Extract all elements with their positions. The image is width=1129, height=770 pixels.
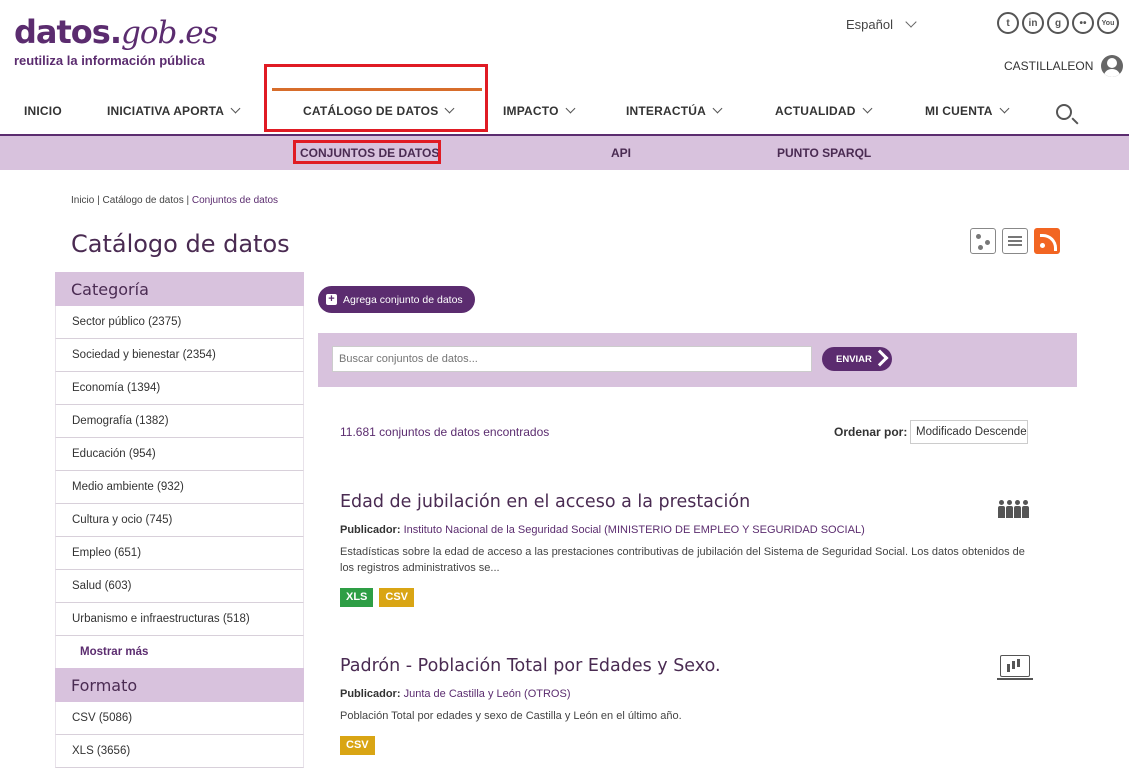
publisher-name[interactable]: Instituto Nacional de la Seguridad Socia…: [404, 524, 865, 536]
dataset-title[interactable]: Padrón - Población Total por Edades y Se…: [340, 656, 1040, 676]
sub-navigation: CONJUNTOS DE DATOS API PUNTO SPARQL: [0, 136, 1129, 170]
category-heading: Categoría: [55, 272, 304, 306]
list-view-icon[interactable]: [1002, 228, 1028, 254]
sort-label: Ordenar por:: [834, 425, 908, 439]
nav-label: INICIATIVA APORTA: [107, 104, 225, 118]
category-filter[interactable]: Economía (1394): [55, 372, 304, 405]
nav-item-iniciativa-aporta[interactable]: INICIATIVA APORTA: [107, 103, 241, 118]
filters-sidebar: Categoría Sector público (2375) Sociedad…: [55, 272, 304, 768]
chevron-down-icon: [862, 103, 873, 114]
nav-label: MI CUENTA: [925, 104, 993, 118]
graph-view-icon[interactable]: [970, 228, 996, 254]
main-navigation: INICIO INICIATIVA APORTA CATÁLOGO DE DAT…: [0, 98, 1129, 136]
send-search-button[interactable]: ENVIAR: [822, 347, 892, 371]
highlight-box-catalogo: [264, 64, 488, 132]
format-filter[interactable]: CSV (5086): [55, 702, 304, 735]
nav-label: INTERACTÚA: [626, 104, 706, 118]
category-filter[interactable]: Educación (954): [55, 438, 304, 471]
add-dataset-label: Agrega conjunto de datos: [343, 293, 463, 306]
category-filter[interactable]: Medio ambiente (932): [55, 471, 304, 504]
user-avatar-icon: [1101, 55, 1124, 77]
account-link[interactable]: CASTILLALEON: [1004, 55, 1124, 77]
dataset-item: Edad de jubilación en el acceso a la pre…: [340, 492, 1040, 607]
nav-label: ACTUALIDAD: [775, 104, 856, 118]
rss-feed-icon[interactable]: [1034, 228, 1060, 254]
site-logo[interactable]: datos.gob.es reutiliza la información pú…: [14, 13, 218, 68]
format-filter[interactable]: XLS (3656): [55, 735, 304, 768]
show-more-categories-link[interactable]: Mostrar más: [55, 636, 304, 668]
social-links: t in g •• You: [997, 12, 1119, 34]
subnav-item-punto-sparql[interactable]: PUNTO SPARQL: [777, 146, 871, 160]
youtube-icon[interactable]: You: [1097, 12, 1119, 34]
dataset-search-panel: ENVIAR: [318, 333, 1077, 387]
dataset-search-input[interactable]: [332, 346, 812, 372]
nav-item-actualidad[interactable]: ACTUALIDAD: [775, 103, 873, 118]
category-filter[interactable]: Sociedad y bienestar (2354): [55, 339, 304, 372]
category-filter[interactable]: Sector público (2375): [55, 306, 304, 339]
breadcrumb-section[interactable]: Catálogo de datos: [103, 195, 184, 206]
logo-main-text: datos.: [14, 13, 122, 51]
dataset-title[interactable]: Edad de jubilación en el acceso a la pre…: [340, 492, 1040, 512]
add-dataset-button[interactable]: + Agrega conjunto de datos: [318, 286, 475, 313]
results-count: 11.681 conjuntos de datos encontrados: [340, 425, 550, 439]
category-filter[interactable]: Urbanismo e infraestructuras (518): [55, 603, 304, 636]
dataset-description: Estadísticas sobre la edad de acceso a l…: [340, 546, 1025, 574]
format-tags: CSV: [340, 736, 1040, 755]
logo-tagline: reutiliza la información pública: [14, 53, 205, 68]
format-heading: Formato: [55, 668, 304, 702]
send-label: ENVIAR: [836, 353, 872, 365]
dataset-publisher: Publicador: Junta de Castilla y León (OT…: [340, 688, 1040, 700]
breadcrumb: Inicio | Catálogo de datos | Conjuntos d…: [71, 195, 278, 206]
nav-item-inicio[interactable]: INICIO: [24, 104, 62, 118]
nav-item-interactua[interactable]: INTERACTÚA: [626, 103, 723, 118]
format-tags: XLS CSV: [340, 588, 1040, 607]
chevron-down-icon: [999, 103, 1010, 114]
category-filter[interactable]: Demografía (1382): [55, 405, 304, 438]
sort-select[interactable]: Modificado Descendente: [910, 420, 1028, 444]
people-icon: [998, 500, 1030, 520]
twitter-icon[interactable]: t: [997, 12, 1019, 34]
plus-icon: +: [326, 294, 337, 305]
account-name: CASTILLALEON: [1004, 59, 1094, 73]
screen-chart-icon: [997, 655, 1033, 680]
publisher-label: Publicador:: [340, 688, 401, 700]
language-selector[interactable]: Español: [846, 16, 917, 32]
subnav-item-api[interactable]: API: [611, 146, 631, 160]
nav-label: IMPACTO: [503, 104, 559, 118]
logo-wordmark: datos.gob.es: [14, 13, 218, 51]
flickr-icon[interactable]: ••: [1072, 12, 1094, 34]
breadcrumb-current: Conjuntos de datos: [191, 195, 279, 206]
logo-gob-text: gob.es: [120, 15, 218, 51]
nav-item-impacto[interactable]: IMPACTO: [503, 103, 576, 118]
chevron-down-icon: [712, 103, 723, 114]
view-options: [970, 228, 1060, 254]
format-tag-csv[interactable]: CSV: [340, 736, 375, 755]
publisher-label: Publicador:: [340, 524, 401, 536]
breadcrumb-separator: |: [97, 195, 100, 206]
format-tag-xls[interactable]: XLS: [340, 588, 374, 607]
publisher-name[interactable]: Junta de Castilla y León (OTROS): [404, 688, 571, 700]
language-label: Español: [846, 17, 893, 32]
breadcrumb-separator: |: [186, 195, 190, 206]
category-filter[interactable]: Salud (603): [55, 570, 304, 603]
nav-label: INICIO: [24, 104, 62, 118]
search-icon[interactable]: [1056, 104, 1072, 120]
format-tag-csv[interactable]: CSV: [379, 588, 415, 607]
chevron-right-icon: [871, 349, 889, 367]
category-filter[interactable]: Cultura y ocio (745): [55, 504, 304, 537]
github-icon[interactable]: g: [1047, 12, 1069, 34]
dataset-item: Padrón - Población Total por Edades y Se…: [340, 656, 1040, 755]
highlight-box-conjuntos: [293, 140, 441, 164]
chevron-down-icon: [230, 103, 241, 114]
chevron-down-icon: [565, 103, 576, 114]
chevron-down-icon: [905, 16, 917, 28]
category-filter[interactable]: Empleo (651): [55, 537, 304, 570]
breadcrumb-home[interactable]: Inicio: [71, 195, 94, 206]
nav-item-mi-cuenta[interactable]: MI CUENTA: [925, 103, 1010, 118]
dataset-description: Población Total por edades y sexo de Cas…: [340, 710, 682, 722]
page-title: Catálogo de datos: [71, 230, 290, 258]
linkedin-icon[interactable]: in: [1022, 12, 1044, 34]
dataset-publisher: Publicador: Instituto Nacional de la Seg…: [340, 524, 1040, 536]
